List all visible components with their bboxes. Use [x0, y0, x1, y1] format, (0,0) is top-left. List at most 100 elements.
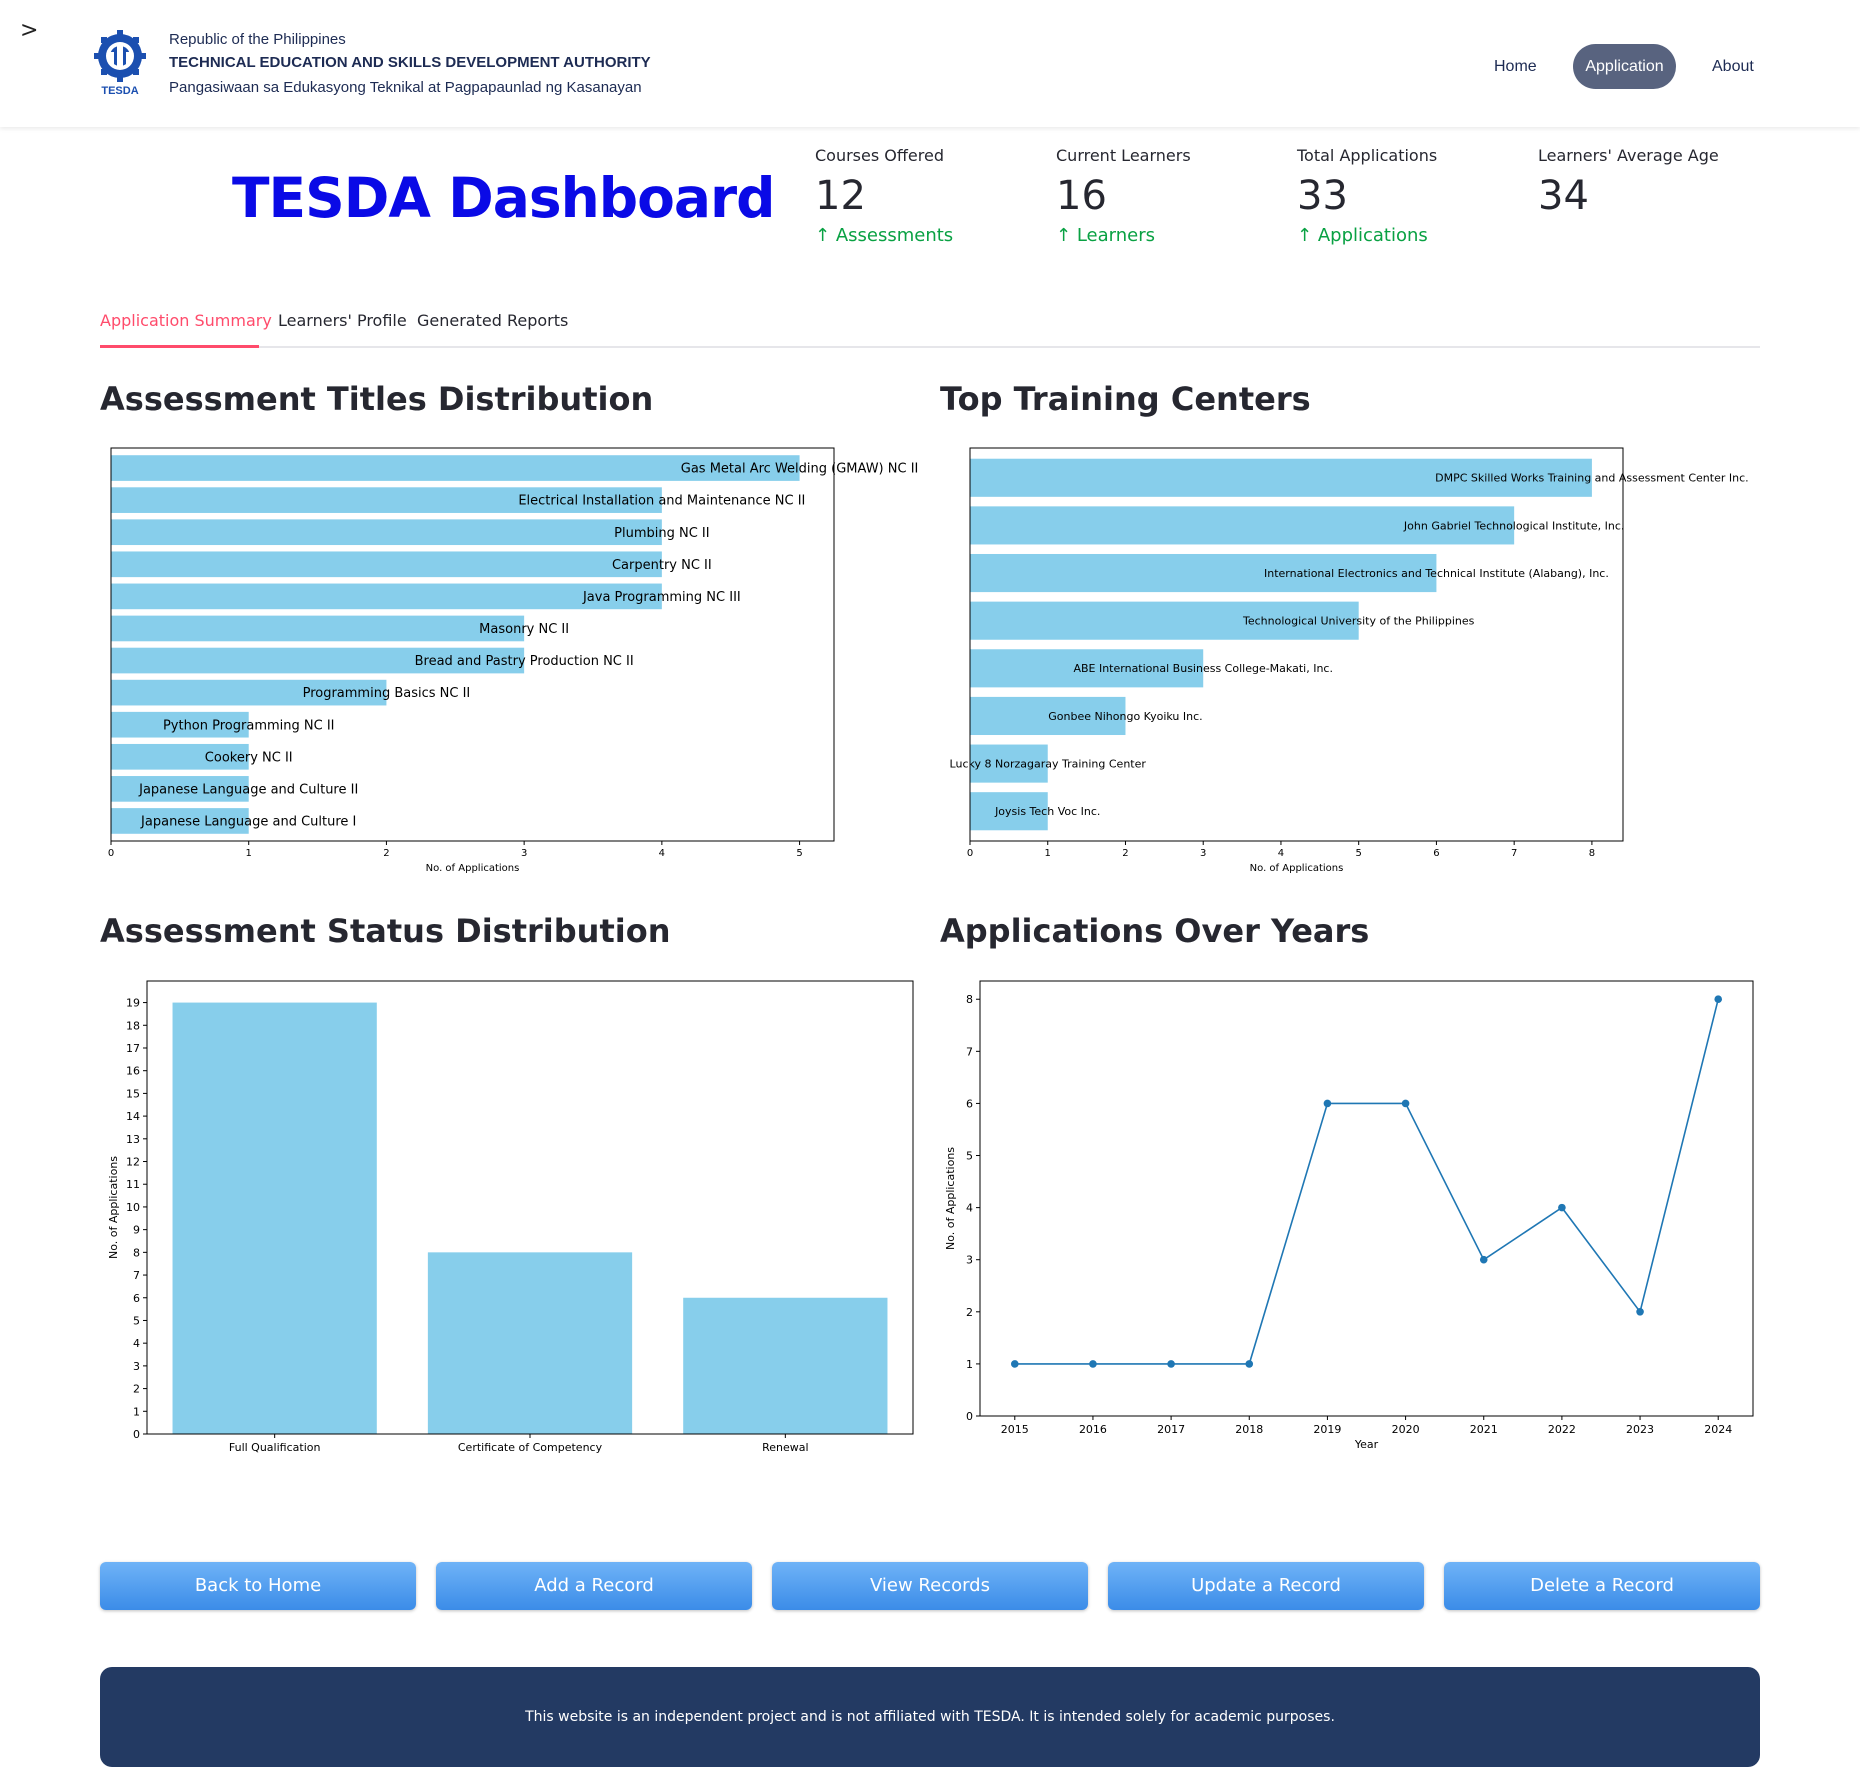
x-tick-label: 0	[967, 848, 973, 859]
top-header: > TESDA Republic of the Philippines TECH…	[0, 0, 1860, 127]
x-tick-label: 2019	[1313, 1423, 1341, 1436]
tab-application-summary[interactable]: Application Summary	[100, 311, 272, 330]
x-tick-label: 2022	[1548, 1423, 1576, 1436]
y-tick-label: 19	[126, 997, 140, 1010]
nav-about-link[interactable]: About	[1712, 58, 1754, 76]
plot-frame	[979, 980, 1754, 1417]
assessment-status-chart: Full Qualification Certificate of Compete…	[107, 980, 914, 1454]
assessment-titles-chart: Gas Metal Arc Welding (GMAW) NC II Electr…	[108, 447, 918, 874]
sidebar-toggle-icon[interactable]: >	[20, 18, 38, 43]
x-tick-label: 2020	[1392, 1423, 1420, 1436]
tesda-logo: TESDA	[92, 30, 148, 97]
y-tick-label: 12	[126, 1156, 140, 1169]
tab-generated-reports[interactable]: Generated Reports	[417, 311, 568, 330]
metric-current-learners: Current Learners 16 ↑ Learners	[1056, 146, 1191, 246]
data-point	[1245, 1360, 1254, 1368]
bar-label: Lucky 8 Norzagaray Training Center	[950, 757, 1147, 770]
metric-total-applications: Total Applications 33 ↑ Applications	[1297, 146, 1437, 246]
tab-active-indicator	[100, 345, 259, 348]
y-tick-label: 9	[133, 1224, 140, 1237]
x-tick-label: Renewal	[762, 1441, 808, 1454]
data-point	[1401, 1099, 1410, 1108]
page-title: TESDA Dashboard	[232, 166, 775, 230]
y-tick-label: 8	[133, 1246, 140, 1259]
x-tick-label: 2016	[1079, 1423, 1107, 1436]
bar-label: Technological University of the Philippi…	[1242, 615, 1475, 628]
x-axis-label: Year	[1354, 1438, 1379, 1451]
add-record-button[interactable]: Add a Record	[436, 1562, 752, 1610]
y-tick-label: 1	[133, 1405, 140, 1418]
x-axis-label: No. of Applications	[426, 863, 520, 874]
x-tick-label: 7	[1511, 848, 1517, 859]
series-line	[1014, 999, 1719, 1365]
section-title-training-centers: Top Training Centers	[940, 380, 1311, 418]
bar-label: Electrical Installation and Maintenance …	[518, 494, 805, 509]
footer-disclaimer: This website is an independent project a…	[100, 1667, 1760, 1767]
y-tick-label: 17	[126, 1042, 140, 1055]
chart-bar	[111, 583, 662, 610]
x-tick-label: 5	[1356, 848, 1362, 859]
x-axis-label: No. of Applications	[1250, 863, 1344, 874]
nav-application-link[interactable]: Application	[1573, 44, 1676, 89]
y-tick-label: 3	[966, 1254, 973, 1267]
section-title-assessment-status: Assessment Status Distribution	[100, 912, 671, 950]
bar-label: Japanese Language and Culture I	[140, 814, 356, 829]
arrow-up-icon: ↑	[1297, 225, 1313, 246]
y-tick-label: 7	[133, 1269, 140, 1282]
data-point	[1323, 1099, 1332, 1108]
y-tick-label: 3	[133, 1360, 140, 1373]
bar-label: Java Programming NC III	[582, 590, 741, 605]
metric-value: 34	[1538, 173, 1589, 219]
y-tick-label: 6	[966, 1097, 973, 1110]
y-tick-label: 13	[126, 1133, 140, 1146]
metric-delta: Learners	[1076, 225, 1155, 246]
chart-bar	[111, 519, 662, 546]
chart-bar	[111, 551, 662, 578]
metric-value: 33	[1297, 173, 1348, 219]
update-record-button[interactable]: Update a Record	[1108, 1562, 1424, 1610]
x-tick-label: 3	[1200, 848, 1206, 859]
bar-label: Cookery NC II	[205, 750, 293, 765]
bar-label: Bread and Pastry Production NC II	[415, 654, 634, 669]
chart-bar	[683, 1297, 888, 1434]
x-tick-label: 3	[521, 848, 527, 859]
y-axis-label: No. of Applications	[944, 1147, 957, 1250]
back-to-home-button[interactable]: Back to Home	[100, 1562, 416, 1610]
x-tick-label: 2	[383, 848, 389, 859]
bar-label: ABE International Business College-Makat…	[1073, 662, 1333, 675]
bar-label: John Gabriel Technological Institute, In…	[1403, 519, 1625, 532]
tab-learners-profile[interactable]: Learners' Profile	[278, 311, 407, 330]
x-tick-label: 2021	[1470, 1423, 1498, 1436]
x-tick-label: 4	[659, 848, 665, 859]
header-agency: TECHNICAL EDUCATION AND SKILLS DEVELOPME…	[169, 54, 651, 71]
x-tick-label: 0	[108, 848, 114, 859]
x-tick-label: 6	[1433, 848, 1439, 859]
metric-label: Current Learners	[1056, 146, 1191, 165]
applications-over-years-chart: 2015 2016 2017 2018 2019 2020 2021 2022 2023 2024…	[944, 980, 1754, 1451]
x-tick-label: 2	[1122, 848, 1128, 859]
x-tick-label: 2024	[1704, 1423, 1732, 1436]
y-axis-label: No. of Applications	[107, 1156, 120, 1259]
bar-label: International Electronics and Technical …	[1264, 567, 1609, 580]
nav-home-link[interactable]: Home	[1494, 58, 1537, 76]
y-tick-label: 2	[133, 1383, 140, 1396]
section-title-assessment-titles: Assessment Titles Distribution	[100, 380, 654, 418]
bar-label: Python Programming NC II	[163, 718, 335, 733]
metric-courses-offered: Courses Offered 12 ↑ Assessments	[815, 146, 953, 246]
bar-label: Programming Basics NC II	[303, 686, 471, 701]
bar-label: Masonry NC II	[479, 622, 569, 637]
data-point	[1558, 1203, 1566, 1212]
metric-value: 12	[815, 173, 866, 219]
delete-record-button[interactable]: Delete a Record	[1444, 1562, 1760, 1610]
data-point	[1479, 1255, 1488, 1264]
view-records-button[interactable]: View Records	[772, 1562, 1088, 1610]
arrow-up-icon: ↑	[815, 225, 831, 246]
tab-divider	[100, 346, 1760, 348]
metric-value: 16	[1056, 173, 1107, 219]
y-tick-label: 2	[966, 1306, 973, 1319]
x-tick-label: 5	[796, 848, 802, 859]
bar-label: Carpentry NC II	[612, 558, 712, 573]
arrow-up-icon: ↑	[1056, 225, 1072, 246]
x-tick-label: 1	[246, 848, 252, 859]
x-tick-label: 2023	[1626, 1423, 1654, 1436]
